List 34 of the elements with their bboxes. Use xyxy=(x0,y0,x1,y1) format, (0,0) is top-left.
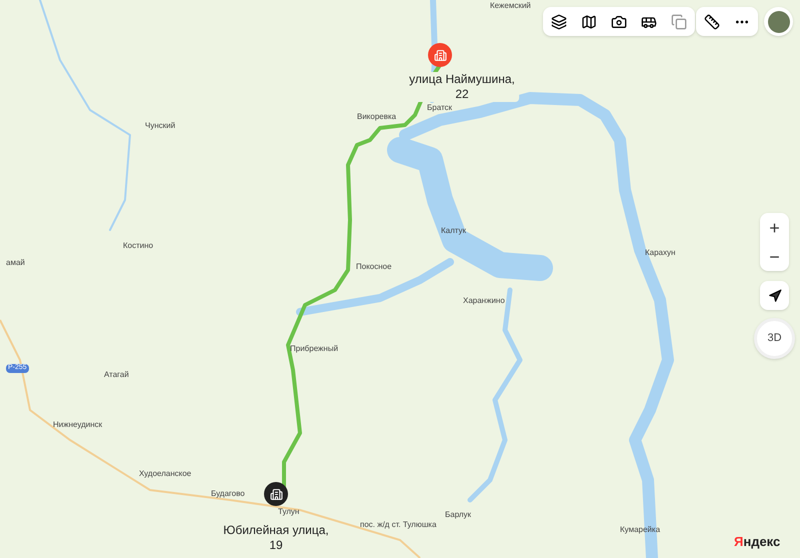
place-label: Кумарейка xyxy=(620,525,660,535)
avatar[interactable] xyxy=(764,7,793,36)
place-label: Покосное xyxy=(356,262,392,272)
copy-icon[interactable] xyxy=(671,14,687,30)
place-label: Кежемский xyxy=(490,1,531,11)
building-icon xyxy=(270,488,282,500)
layers-icon[interactable] xyxy=(551,14,567,30)
place-label: Костино xyxy=(123,241,154,251)
yandex-logo: Яндекс xyxy=(734,535,780,548)
place-label: Нижнеудинск xyxy=(53,420,102,430)
place-label: Барлук xyxy=(445,510,472,520)
navigation-icon xyxy=(768,288,782,302)
zoom-in-button[interactable]: + xyxy=(760,213,789,242)
ruler-icon[interactable] xyxy=(704,14,720,30)
location-button[interactable] xyxy=(760,281,789,310)
place-label: амай xyxy=(6,258,25,268)
map-icon[interactable] xyxy=(581,14,597,30)
map-pin[interactable] xyxy=(264,482,288,506)
zoom-out-button[interactable]: − xyxy=(760,242,789,271)
camera-icon[interactable] xyxy=(611,14,627,30)
place-label: Харанжино xyxy=(463,296,505,306)
place-label: Калтук xyxy=(441,226,466,236)
place-label: пос. ж/д ст. Тулюшка xyxy=(360,520,436,530)
place-label: Прибрежный xyxy=(290,344,338,354)
place-label: Худоеланское xyxy=(139,469,192,479)
place-label: Тулун xyxy=(278,507,300,517)
place-label: Чунский xyxy=(145,121,176,131)
place-label: Атагай xyxy=(104,370,129,380)
place-label: Братск xyxy=(427,103,452,113)
place-label: Карахун xyxy=(645,248,676,258)
place-label: Викоревка xyxy=(357,112,396,122)
place-label: Будагово xyxy=(211,489,245,499)
compass-3d-button[interactable]: 3D xyxy=(754,318,795,359)
building-icon xyxy=(434,48,446,62)
